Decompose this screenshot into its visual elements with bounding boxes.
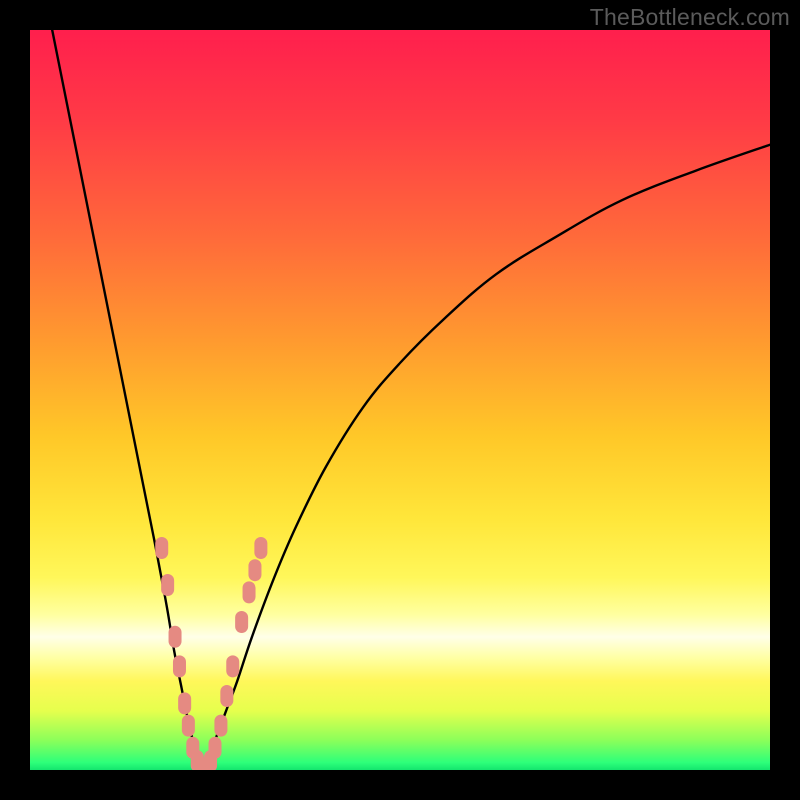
data-marker — [243, 581, 256, 603]
curve-layer — [30, 30, 770, 770]
data-marker — [235, 611, 248, 633]
data-marker — [226, 655, 239, 677]
data-marker — [214, 715, 227, 737]
data-marker — [248, 559, 261, 581]
chart-frame: TheBottleneck.com — [0, 0, 800, 800]
curve-left-branch — [52, 30, 201, 770]
data-marker — [155, 537, 168, 559]
data-marker — [204, 750, 217, 770]
data-marker — [191, 750, 204, 770]
watermark-text: TheBottleneck.com — [590, 4, 790, 31]
data-marker — [182, 715, 195, 737]
plot-area — [30, 30, 770, 770]
curve-right-branch — [201, 145, 770, 770]
data-marker — [220, 685, 233, 707]
data-marker — [161, 574, 174, 596]
data-marker — [173, 655, 186, 677]
data-marker — [169, 626, 182, 648]
data-marker — [209, 737, 222, 759]
data-marker — [186, 737, 199, 759]
data-marker — [178, 692, 191, 714]
data-marker — [194, 757, 207, 770]
data-marker — [200, 757, 213, 770]
data-marker — [254, 537, 267, 559]
